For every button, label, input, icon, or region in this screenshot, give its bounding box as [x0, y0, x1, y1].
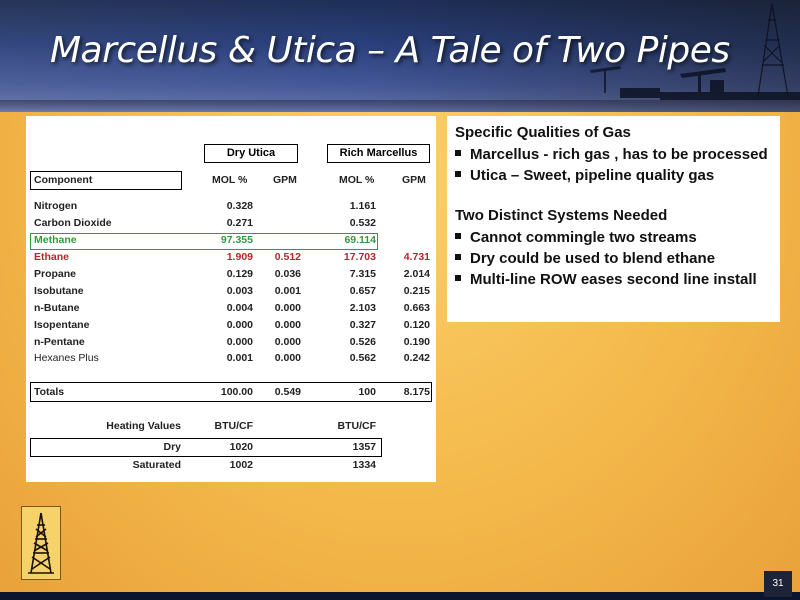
cell-gpm-rich: 0.663 — [403, 302, 430, 314]
page-number: 31 — [764, 571, 792, 597]
cell-mol-rich: 7.315 — [349, 268, 376, 280]
cell-gpm-rich: 8.175 — [403, 386, 430, 398]
list-item: Marcellus - rich gas , has to be process… — [455, 146, 768, 163]
dry-row-box — [30, 438, 382, 457]
gas-composition-table: Dry Utica Rich Marcellus Component MOL %… — [26, 116, 436, 482]
cell-mol-rich: 17.703 — [343, 251, 376, 263]
cell-mol-dry: 0.328 — [226, 200, 253, 212]
column-header-component: Component — [34, 174, 93, 186]
saturated-label: Saturated — [132, 459, 181, 471]
qualities-heading: Specific Qualities of Gas — [455, 124, 631, 141]
cell-mol-dry: 0.000 — [226, 336, 253, 348]
bullet-icon — [455, 275, 461, 281]
cell-gpm-dry: 0.512 — [274, 251, 301, 263]
cell-gpm-dry: 0.001 — [274, 285, 301, 297]
dry-value-marcellus: 1357 — [352, 441, 376, 453]
list-item: Utica – Sweet, pipeline quality gas — [455, 167, 714, 184]
cell-mol-rich: 69.114 — [344, 234, 376, 246]
header-band: Marcellus & Utica – A Tale of Two Pipes — [0, 0, 800, 112]
cell-gpm-rich: 0.120 — [403, 319, 430, 331]
cell-mol-dry: 0.004 — [226, 302, 253, 314]
cell-gpm-rich: 0.215 — [403, 285, 430, 297]
heating-unit-dry: BTU/CF — [214, 420, 254, 432]
slide: Marcellus & Utica – A Tale of Two Pipes … — [0, 0, 800, 600]
systems-heading: Two Distinct Systems Needed — [455, 207, 668, 224]
cell-mol-rich: 100 — [358, 386, 376, 398]
column-header-gpm-rich: GPM — [402, 174, 426, 186]
row-label: Propane — [34, 268, 77, 280]
cell-mol-dry: 0.129 — [226, 268, 253, 280]
cell-mol-dry: 0.003 — [226, 285, 253, 297]
row-label: n-Butane — [34, 302, 80, 314]
cell-mol-rich: 2.103 — [349, 302, 376, 314]
saturated-value-marcellus: 1334 — [352, 459, 376, 471]
cell-gpm-dry: 0.549 — [274, 386, 301, 398]
row-label: Isopentane — [34, 319, 90, 331]
qualities-panel: Specific Qualities of Gas Marcellus - ri… — [447, 116, 780, 322]
cell-gpm-rich: 2.014 — [403, 268, 430, 280]
cell-mol-dry: 0.001 — [226, 352, 253, 364]
dry-utica-header: Dry Utica — [204, 144, 298, 163]
row-label: Totals — [34, 386, 65, 398]
heating-unit-rich: BTU/CF — [337, 420, 377, 432]
row-label: n-Pentane — [34, 336, 85, 348]
company-logo-derrick-icon — [28, 512, 54, 574]
methane-highlight-box — [30, 233, 378, 250]
bullet-icon — [455, 233, 461, 239]
bullet-icon — [455, 150, 461, 156]
row-label: Nitrogen — [34, 200, 78, 212]
list-item: Multi-line ROW eases second line install — [455, 271, 757, 288]
saturated-value-utica: 1002 — [229, 459, 253, 471]
cell-mol-rich: 0.526 — [349, 336, 376, 348]
column-header-gpm-dry: GPM — [273, 174, 297, 186]
column-header-mol-dry: MOL % — [212, 174, 248, 186]
cell-mol-rich: 0.657 — [349, 285, 376, 297]
cell-gpm-dry: 0.000 — [274, 336, 301, 348]
bullet-icon — [455, 171, 461, 177]
row-label: Hexanes Plus — [34, 352, 99, 364]
cell-mol-dry: 0.000 — [226, 319, 253, 331]
rich-marcellus-header: Rich Marcellus — [327, 144, 430, 163]
cell-mol-rich: 0.562 — [349, 352, 376, 364]
cell-gpm-rich: 4.731 — [403, 251, 430, 263]
cell-gpm-rich: 0.190 — [403, 336, 430, 348]
cell-mol-dry: 0.271 — [226, 217, 253, 229]
cell-gpm-dry: 0.036 — [274, 268, 301, 280]
cell-mol-rich: 0.532 — [349, 217, 376, 229]
slide-title: Marcellus & Utica – A Tale of Two Pipes — [50, 30, 730, 71]
cell-mol-rich: 1.161 — [349, 200, 376, 212]
list-item: Dry could be used to blend ethane — [455, 250, 715, 267]
list-item: Cannot commingle two streams — [455, 229, 697, 246]
cell-gpm-dry: 0.000 — [274, 302, 301, 314]
column-header-mol-rich: MOL % — [339, 174, 375, 186]
row-label: Isobutane — [34, 285, 84, 297]
dry-value-utica: 1020 — [229, 441, 253, 453]
row-label: Methane — [34, 234, 77, 246]
cell-mol-rich: 0.327 — [349, 319, 376, 331]
cell-mol-dry: 100.00 — [220, 386, 253, 398]
cell-mol-dry: 1.909 — [226, 251, 253, 263]
cell-mol-dry: 97.355 — [220, 234, 253, 246]
cell-gpm-dry: 0.000 — [274, 319, 301, 331]
row-label: Carbon Dioxide — [34, 217, 112, 229]
company-logo — [21, 506, 61, 580]
bullet-icon — [455, 254, 461, 260]
cell-gpm-rich: 0.242 — [403, 352, 430, 364]
dry-label: Dry — [163, 441, 181, 453]
row-label: Ethane — [34, 251, 70, 263]
cell-gpm-dry: 0.000 — [274, 352, 301, 364]
heating-values-label: Heating Values — [106, 420, 181, 432]
